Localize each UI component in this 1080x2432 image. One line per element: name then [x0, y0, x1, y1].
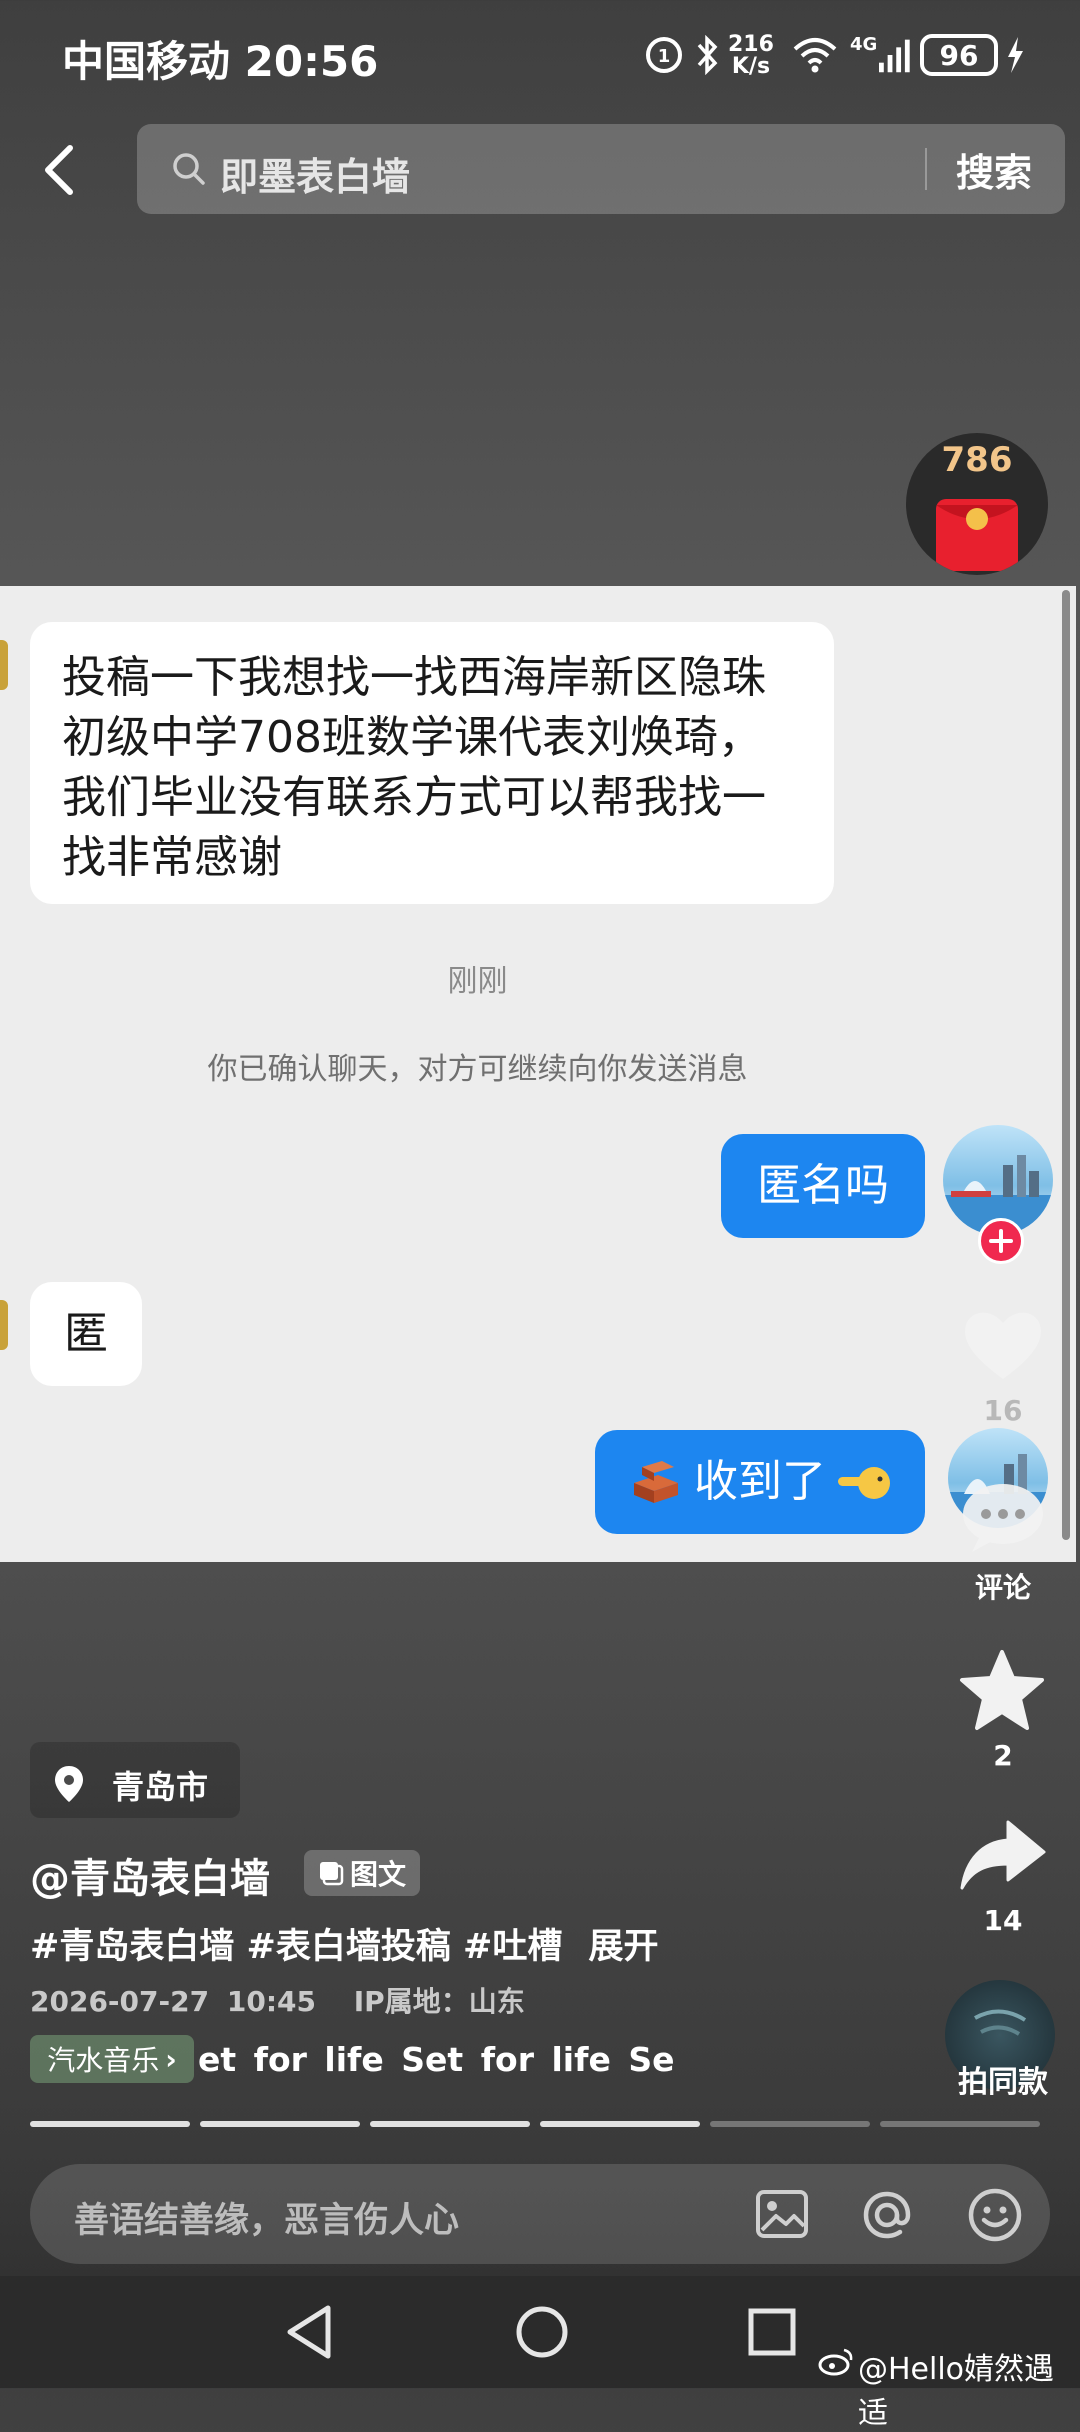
- like-count: 16: [983, 1394, 1023, 1427]
- nav-back-button[interactable]: [282, 2302, 338, 2366]
- network-speed: 216 K/s: [728, 34, 774, 78]
- red-packet-count: 786: [941, 440, 1013, 480]
- plus-icon: [989, 1229, 1013, 1253]
- svg-text:1: 1: [658, 46, 671, 67]
- chevron-left-icon: [45, 145, 73, 195]
- battery-indicator: 96: [920, 34, 998, 76]
- square-recents-icon: [748, 2308, 796, 2356]
- mention-button[interactable]: [858, 2186, 916, 2248]
- comment-button[interactable]: [958, 1480, 1048, 1560]
- bluetooth-icon: [690, 30, 726, 80]
- circle-home-icon: [516, 2306, 568, 2358]
- chevron-right-icon: ›: [165, 2042, 177, 2076]
- triangle-back-icon: [287, 2305, 331, 2359]
- location-pin-icon: [52, 1764, 86, 1808]
- pointing-hand-emoji-icon: [838, 1467, 890, 1499]
- image-picker-button[interactable]: [754, 2186, 810, 2246]
- image-icon: [756, 2190, 808, 2238]
- post-date: 2026-07-27: [30, 1985, 210, 2018]
- chat-message-sent: 收到了: [595, 1430, 925, 1534]
- like-button[interactable]: [960, 1305, 1046, 1389]
- emoji-button[interactable]: [966, 2186, 1024, 2248]
- comment-bubble-icon: [963, 1484, 1043, 1552]
- image-post-icon: [319, 1862, 344, 1886]
- same-style-label: 拍同款: [958, 2065, 1048, 2100]
- hashtag-list[interactable]: #青岛表白墙 #表白墙投稿 #吐槽: [30, 1927, 562, 1967]
- search-input[interactable]: 即墨表白墙: [220, 146, 410, 201]
- post-time: 10:45: [226, 1985, 316, 2018]
- favorite-button[interactable]: [958, 1648, 1046, 1736]
- author-name[interactable]: @青岛表白墙: [30, 1846, 270, 1904]
- smiley-icon: [968, 2188, 1022, 2242]
- favorite-count: 2: [993, 1739, 1013, 1772]
- left-avatar-edge: [0, 640, 8, 690]
- follow-button[interactable]: [978, 1218, 1024, 1264]
- weibo-logo-icon: [818, 2346, 854, 2380]
- back-button[interactable]: [38, 130, 88, 210]
- progress-segment: [370, 2121, 530, 2127]
- bricks-emoji-icon: [634, 1461, 678, 1503]
- chat-message-received: 匿: [30, 1282, 142, 1386]
- progress-segment: [200, 2121, 360, 2127]
- search-icon: [170, 150, 208, 192]
- chat-system-notice: 你已确认聊天，对方可继续向你发送消息: [207, 1052, 748, 1087]
- music-app-badge[interactable]: 汽水音乐 ›: [30, 2035, 194, 2083]
- post-hashtags[interactable]: #青岛表白墙 #表白墙投稿 #吐槽 展开: [30, 1918, 659, 1969]
- expand-button[interactable]: 展开: [589, 1927, 659, 1967]
- chat-message-text: 收到了: [694, 1456, 826, 1507]
- progress-segment: [540, 2121, 700, 2127]
- share-button[interactable]: [958, 1818, 1048, 1898]
- progress-segment: [710, 2121, 870, 2127]
- share-count: 14: [983, 1904, 1023, 1937]
- watermark: @Hello婧然遇适: [858, 2352, 1055, 2431]
- hd-call-icon: 1: [642, 30, 686, 80]
- comment-input[interactable]: 善语结善缘，恶言伤人心: [74, 2192, 459, 2243]
- comment-label: 评论: [974, 1571, 1031, 1604]
- music-title-marquee[interactable]: et for life Set for life Se: [198, 2040, 728, 2079]
- network-type: 4G: [850, 34, 878, 55]
- cellular-signal-icon: 4G: [850, 30, 910, 80]
- heart-icon: [965, 1312, 1041, 1379]
- ip-location: IP属地：山东: [353, 1985, 525, 2018]
- search-divider: [925, 148, 927, 190]
- post-meta: 2026-07-27 10:45 IP属地：山东: [30, 1980, 525, 2020]
- left-avatar-edge: [0, 1300, 8, 1350]
- chat-message-received: 投稿一下我想找一找西海岸新区隐珠初级中学708班数学课代表刘焕琦，我们毕业没有联…: [30, 622, 834, 904]
- chat-timestamp: 刚刚: [447, 964, 508, 999]
- post-type-badge: 图文: [304, 1850, 420, 1896]
- progress-segment: [30, 2121, 190, 2127]
- charging-icon: [1002, 30, 1028, 80]
- music-app-label: 汽水音乐: [47, 2044, 160, 2077]
- post-type-label: 图文: [349, 1858, 406, 1891]
- progress-segment: [880, 2121, 1040, 2127]
- nav-recents-button[interactable]: [742, 2302, 802, 2366]
- network-speed-unit: K/s: [731, 54, 771, 79]
- search-button[interactable]: 搜索: [956, 142, 1032, 197]
- star-icon: [960, 1650, 1044, 1730]
- share-arrow-icon: [960, 1820, 1046, 1890]
- wifi-icon: [790, 30, 840, 80]
- chat-message-sent: 匿名吗: [721, 1134, 925, 1238]
- nav-home-button[interactable]: [512, 2302, 572, 2366]
- status-carrier-time: 中国移动 20:56: [62, 37, 379, 86]
- at-sign-icon: [863, 2191, 911, 2239]
- chat-scrollbar: [1062, 590, 1070, 1540]
- network-speed-value: 216: [728, 32, 774, 57]
- location-text: 青岛市: [112, 1768, 209, 1806]
